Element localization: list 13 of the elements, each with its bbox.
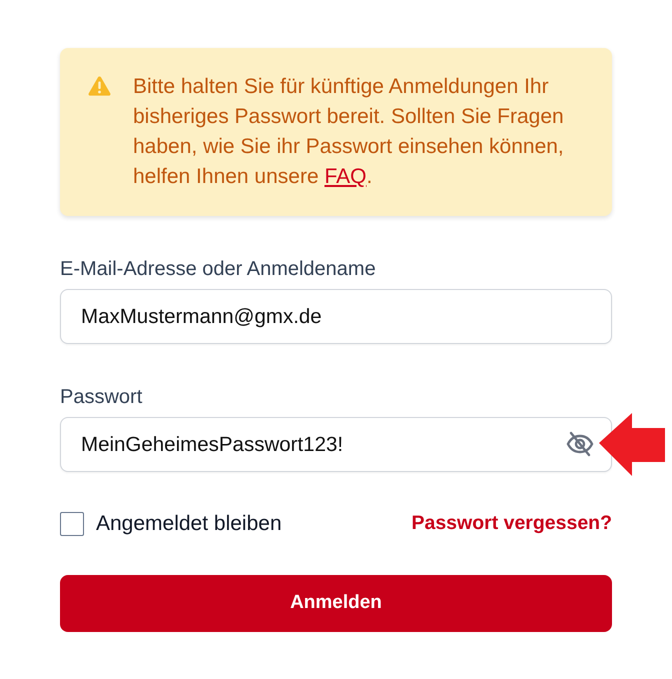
remember-checkbox[interactable]	[60, 512, 84, 536]
login-button[interactable]: Anmelden	[60, 575, 612, 632]
arrow-annotation	[599, 413, 665, 476]
faq-link[interactable]: FAQ	[324, 165, 366, 188]
forgot-password-link[interactable]: Passwort vergessen?	[411, 509, 612, 539]
email-field[interactable]: MaxMustermann@gmx.de	[60, 289, 612, 344]
eye-off-icon[interactable]	[566, 431, 594, 457]
warning-icon	[88, 76, 111, 96]
notice-text: Bitte halten Sie für künftige Anmeldungen Ihr bisheriges Passwort bereit. Sollten Sie Fragen haben, wie Sie ihr Passwort einsehen können, helfen Ihnen unsere FAQ.	[133, 74, 565, 190]
remember-label[interactable]: Angemeldet bleiben	[96, 508, 282, 540]
field-label: Passwort	[60, 385, 144, 409]
password-field[interactable]: MeinGeheimesPasswort123!	[60, 417, 612, 472]
field-label: E-Mail-Adresse oder Anmeldename	[60, 257, 377, 281]
